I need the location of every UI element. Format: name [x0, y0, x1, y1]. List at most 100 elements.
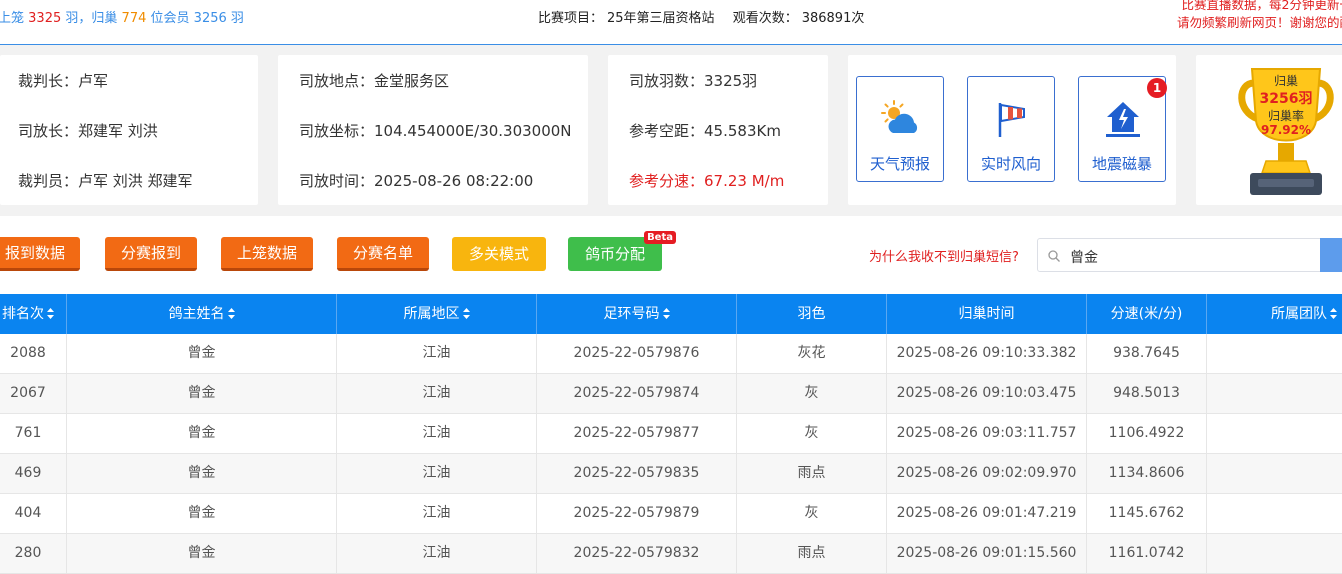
stats-text: 上笼	[0, 11, 25, 26]
ref-speed: 参考分速：67.23 M/m	[629, 172, 785, 190]
cell-speed: 1145.6762	[1087, 494, 1207, 533]
cell-arrival-time: 2025-08-26 09:03:11.757	[887, 414, 1087, 453]
trophy-returned: 3256羽	[1259, 91, 1313, 107]
cell-arrival-time: 2025-08-26 09:01:15.560	[887, 534, 1087, 573]
column-header-team[interactable]: 所属团队	[1207, 294, 1342, 334]
cell-owner: 曾金	[67, 454, 337, 493]
table-row: 469 曾金 江油 2025-22-0579835 雨点 2025-08-26 09:02…	[0, 454, 1342, 494]
cell-speed: 1134.8606	[1087, 454, 1207, 493]
earthquake-storm-button[interactable]: 地震磁暴 1	[1078, 76, 1167, 182]
cell-team	[1207, 414, 1342, 453]
column-header-label: 所属团队	[1271, 306, 1327, 322]
report-data-button[interactable]: 报到数据	[0, 237, 80, 271]
cell-region: 江油	[337, 534, 537, 573]
weather-forecast-button[interactable]: 天气预报	[856, 76, 944, 182]
cell-color: 灰	[737, 494, 887, 533]
cell-region: 江油	[337, 454, 537, 493]
cell-speed: 1106.4922	[1087, 414, 1207, 453]
race-stats: 上笼 3325 羽，归巢 774 位会员 3256 羽	[0, 7, 244, 26]
table-row: 404 曾金 江油 2025-22-0579879 灰 2025-08-26 09:01:…	[0, 494, 1342, 534]
race-value: 25年第三届资格站	[607, 11, 715, 26]
trophy-icon: 归巢 3256羽 归巢率 97.92%	[1236, 61, 1336, 203]
trophy-label: 归巢	[1273, 74, 1298, 88]
race-info: 比赛项目： 25年第三届资格站 观看次数： 386891次	[538, 7, 868, 26]
cell-color: 雨点	[737, 454, 887, 493]
cell-speed: 1161.0742	[1087, 534, 1207, 573]
stats-text: 位会员	[150, 11, 190, 26]
cell-ring: 2025-22-0579876	[537, 334, 737, 373]
search-input[interactable]: 曾金	[1037, 238, 1321, 272]
column-header-arrival-time: 归巢时间	[887, 294, 1087, 334]
multi-stage-button[interactable]: 多关模式	[452, 237, 546, 271]
column-header-label: 足环号码	[603, 306, 660, 322]
cell-region: 江油	[337, 494, 537, 533]
table-row: 761 曾金 江油 2025-22-0579877 灰 2025-08-26 09:03:…	[0, 414, 1342, 454]
tile-label: 天气预报	[869, 155, 930, 173]
trophy-card: 归巢 3256羽 归巢率 97.92%	[1196, 55, 1342, 205]
cell-region: 江油	[337, 334, 537, 373]
views-label: 观看次数：	[732, 11, 798, 26]
cell-rank: 761	[0, 414, 67, 453]
search-value: 曾金	[1070, 250, 1098, 266]
sms-help-link[interactable]: 为什么我收不到归巢短信?	[869, 246, 1019, 265]
top-bar: 上笼 3325 羽，归巢 774 位会员 3256 羽 比赛项目： 25年第三届资…	[0, 0, 1342, 45]
notification-badge: 1	[1147, 78, 1167, 98]
cell-owner: 曾金	[67, 374, 337, 413]
cell-color: 雨点	[737, 534, 887, 573]
cell-team	[1207, 334, 1342, 373]
sort-icon	[462, 307, 470, 319]
sort-icon	[662, 307, 670, 319]
column-header-owner[interactable]: 鸽主姓名	[67, 294, 337, 334]
sub-race-report-button[interactable]: 分赛报到	[105, 237, 197, 271]
views-value: 386891次	[801, 11, 865, 26]
action-bar: 报到数据 分赛报到 上笼数据 分赛名单 多关模式 鸽币分配 Beta 为什么我收…	[0, 216, 1342, 294]
cell-rank: 404	[0, 494, 67, 533]
column-header-label: 排名次	[2, 306, 44, 322]
notice: 比赛直播数据，每2分钟更新一 请勿频繁刷新网页！谢谢您的配	[1152, 0, 1342, 32]
beta-badge: Beta	[644, 231, 676, 244]
cell-team	[1207, 494, 1342, 533]
cell-speed: 938.7645	[1087, 334, 1207, 373]
distance-card: 司放羽数：3325羽 参考空距：45.583Km 参考分速：67.23 M/m	[608, 55, 828, 205]
sort-icon	[47, 307, 54, 319]
sort-icon	[1330, 307, 1337, 319]
table-row: 2067 曾金 江油 2025-22-0579874 灰 2025-08-26 09:10…	[0, 374, 1342, 414]
cell-arrival-time: 2025-08-26 09:10:33.382	[887, 334, 1087, 373]
tile-label: 地震磁暴	[1091, 155, 1152, 173]
column-header-label: 羽色	[797, 306, 826, 322]
caging-data-button[interactable]: 上笼数据	[221, 237, 313, 271]
column-header-label: 鸽主姓名	[168, 306, 225, 322]
column-header-rank[interactable]: 排名次	[0, 294, 67, 334]
cell-color: 灰	[737, 414, 887, 453]
cell-owner: 曾金	[67, 334, 337, 373]
column-header-region[interactable]: 所属地区	[337, 294, 537, 334]
sub-race-list-button[interactable]: 分赛名单	[337, 237, 429, 271]
release-count: 司放羽数：3325羽	[629, 72, 758, 90]
cell-rank: 469	[0, 454, 67, 493]
tile-label: 实时风向	[980, 155, 1041, 173]
race-label: 比赛项目：	[538, 11, 604, 26]
cell-team	[1207, 534, 1342, 573]
wind-direction-button[interactable]: 实时风向	[967, 76, 1055, 182]
column-header-label: 归巢时间	[958, 306, 1015, 322]
cell-rank: 2067	[0, 374, 67, 413]
earthquake-icon	[1106, 102, 1140, 137]
cell-owner: 曾金	[67, 494, 337, 533]
cell-ring: 2025-22-0579877	[537, 414, 737, 453]
officials-card: 裁判长：卢军 司放长：郑建军 刘洪 裁判员：卢军 刘洪 郑建军	[0, 55, 258, 205]
coin-distribution-button[interactable]: 鸽币分配 Beta	[568, 231, 676, 271]
tools-card: 天气预报 实时风向 地震磁暴 1	[848, 55, 1176, 205]
column-header-label: 所属地区	[403, 306, 460, 322]
stats-text: 羽，归巢	[65, 11, 118, 26]
cell-arrival-time: 2025-08-26 09:02:09.970	[887, 454, 1087, 493]
column-header-speed: 分速(米/分)	[1087, 294, 1207, 334]
search-icon	[1048, 250, 1060, 262]
release-place: 司放地点：金堂服务区	[299, 72, 450, 90]
search-button[interactable]	[1320, 238, 1342, 272]
table-row: 280 曾金 江油 2025-22-0579832 雨点 2025-08-26 09:01…	[0, 534, 1342, 574]
trophy-rate-label: 归巢率	[1267, 109, 1304, 123]
column-header-ring[interactable]: 足环号码	[537, 294, 737, 334]
stats-text: 羽	[230, 11, 244, 26]
table-row: 2088 曾金 江油 2025-22-0579876 灰花 2025-08-26 09:1…	[0, 334, 1342, 374]
cell-ring: 2025-22-0579874	[537, 374, 737, 413]
